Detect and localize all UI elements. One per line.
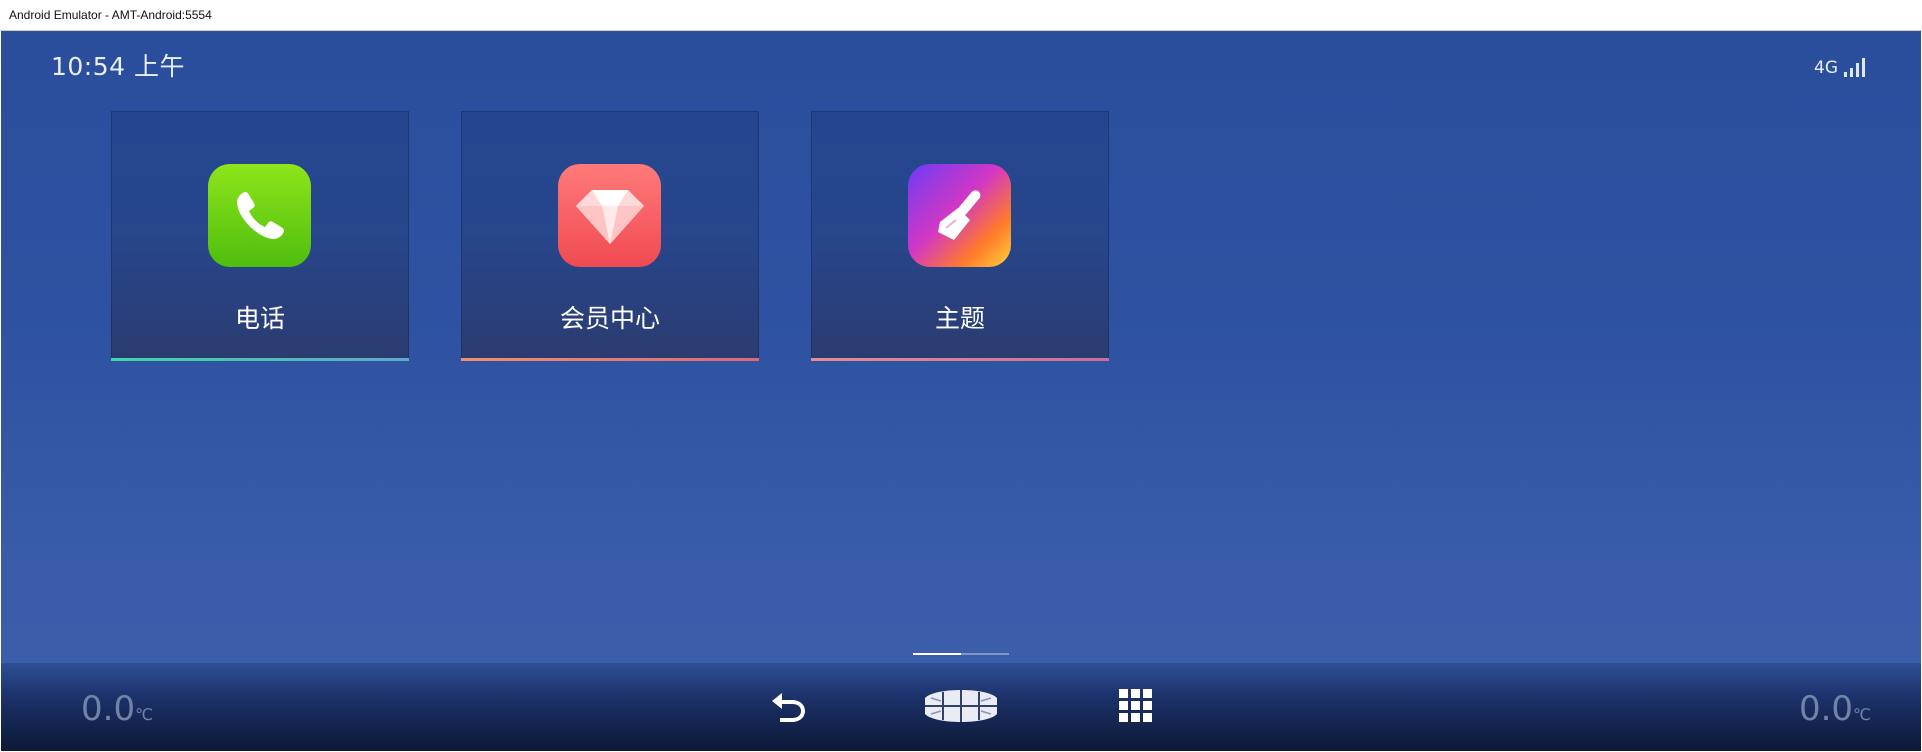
paintbrush-icon <box>908 164 1011 267</box>
temperature-right[interactable]: 0.0℃ <box>1799 689 1871 729</box>
page-indicator <box>913 653 1009 655</box>
page-indicator-active <box>913 653 961 655</box>
app-label-theme: 主题 <box>934 304 985 333</box>
car-logo-icon <box>925 690 997 722</box>
signal-strength-icon <box>1844 57 1865 77</box>
app-label-phone: 电话 <box>234 304 285 333</box>
back-button[interactable] <box>763 681 813 731</box>
network-type: 4G <box>1814 58 1838 78</box>
app-tile-member-center[interactable]: 会员中心 <box>461 111 759 361</box>
status-time: 10:54 上午 <box>51 52 185 81</box>
tile-accent-bar <box>111 358 409 361</box>
app-label-member-center: 会员中心 <box>559 304 660 333</box>
home-button[interactable] <box>919 681 1003 731</box>
temperature-right-value: 0.0 <box>1798 689 1854 729</box>
temperature-left-unit: ℃ <box>135 705 154 724</box>
app-grid-icon <box>1119 689 1152 722</box>
app-tile-theme[interactable]: 主题 <box>811 111 1109 361</box>
app-drawer-button[interactable] <box>1113 681 1159 731</box>
temperature-left[interactable]: 0.0℃ <box>81 689 153 729</box>
diamond-icon <box>558 164 661 267</box>
temperature-left-value: 0.0 <box>81 689 136 729</box>
tile-accent-bar <box>811 358 1109 361</box>
emulator-window: Android Emulator - AMT-Android:5554 10:5… <box>0 0 1922 752</box>
status-indicators: 4G <box>1814 53 1865 77</box>
app-tile-phone[interactable]: 电话 <box>111 111 409 361</box>
phone-icon <box>208 164 311 267</box>
back-arrow-icon <box>772 693 805 722</box>
tile-accent-bar <box>461 358 759 361</box>
window-title: Android Emulator - AMT-Android:5554 <box>9 8 212 22</box>
android-screen: 10:54 上午 4G 电话 会员中心 主题 0.0℃ 0.0℃ <box>1 31 1921 751</box>
temperature-right-unit: ℃ <box>1853 705 1871 724</box>
window-titlebar[interactable]: Android Emulator - AMT-Android:5554 <box>0 0 1922 31</box>
bottom-navigation-bar: 0.0℃ 0.0℃ <box>1 663 1921 751</box>
